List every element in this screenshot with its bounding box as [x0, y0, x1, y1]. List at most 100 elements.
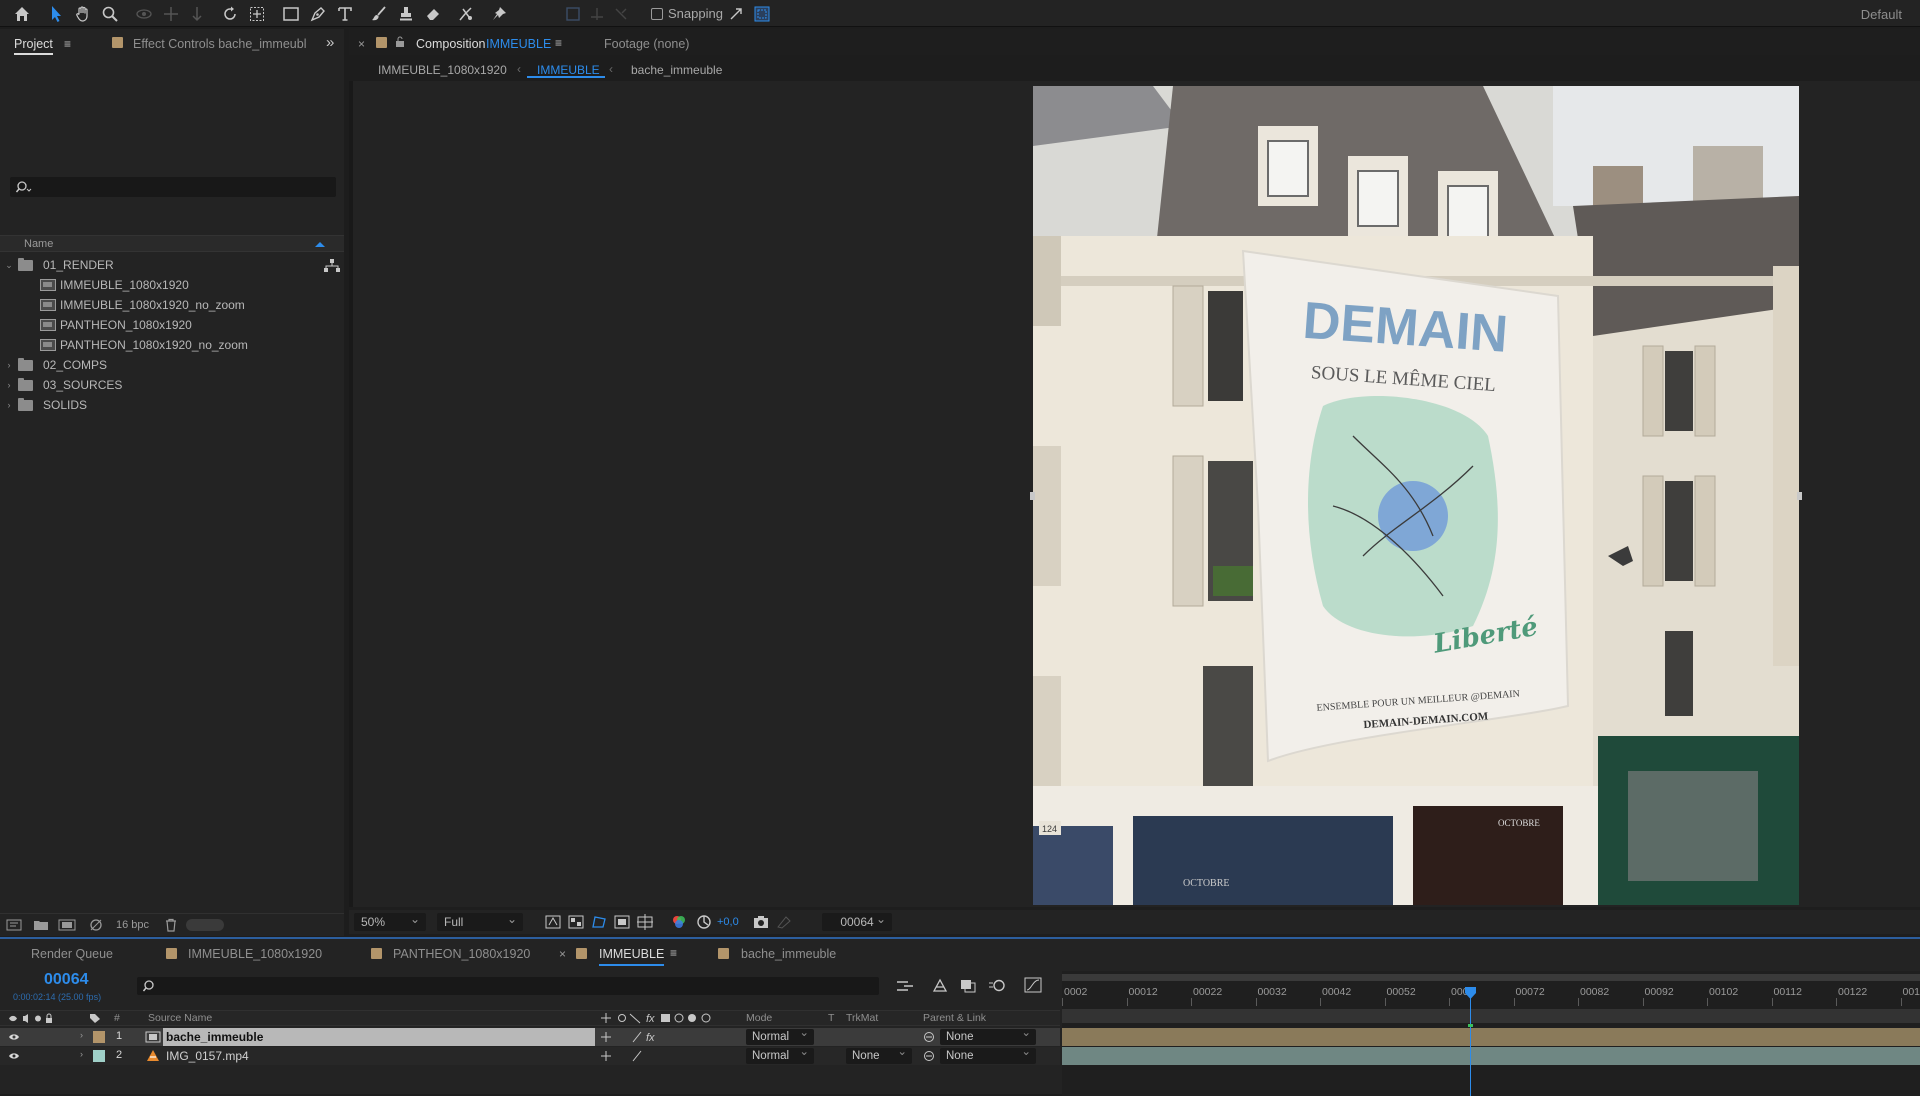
layer-switch-icons[interactable] [600, 1050, 660, 1062]
layer-name[interactable]: bache_immeuble [166, 1030, 263, 1044]
thumbnail-size-slider[interactable] [186, 919, 224, 931]
tab-immeuble-1080x1920[interactable]: IMMEUBLE_1080x1920 [188, 947, 322, 961]
transparency-grid-icon[interactable] [568, 915, 584, 929]
sort-ascending-icon[interactable] [314, 240, 326, 248]
bit-depth-label[interactable]: 16 bpc [116, 919, 149, 931]
layer-switches-icon[interactable]: fx [600, 1012, 722, 1024]
tab-bache-immeuble[interactable]: bache_immeuble [741, 947, 836, 961]
column-number[interactable]: # [114, 1012, 120, 1024]
tab-composition-prefix[interactable]: Composition [416, 37, 485, 51]
puppet-pin-icon[interactable] [488, 3, 510, 25]
current-time-indicator[interactable] [1470, 989, 1471, 1096]
panel-overflow-icon[interactable]: » [326, 34, 334, 51]
collapse-folder-icon[interactable]: ⌄ [4, 260, 14, 271]
column-mode[interactable]: Mode [746, 1012, 772, 1024]
grid-guides-icon[interactable] [637, 914, 653, 930]
parent-pickwhip-icon[interactable] [922, 1050, 936, 1062]
pan-camera-icon[interactable] [160, 3, 182, 25]
work-area-bar[interactable] [1062, 1009, 1920, 1023]
breadcrumb-item-layer[interactable]: bache_immeuble [631, 63, 722, 77]
region-of-interest-icon[interactable] [614, 915, 630, 929]
new-composition-icon[interactable] [58, 919, 76, 931]
tab-footage[interactable]: Footage (none) [604, 37, 689, 51]
project-comp-item[interactable]: PANTHEON_1080x1920 [0, 315, 328, 335]
playhead-icon[interactable] [1465, 987, 1476, 999]
column-trkmat[interactable]: TrkMat [846, 1012, 878, 1024]
breadcrumb-item-active[interactable]: IMMEUBLE [537, 63, 600, 77]
project-folder-item[interactable]: ⌄01_RENDER [0, 255, 328, 275]
visibility-eye-icon[interactable] [8, 1051, 20, 1061]
show-snapshot-icon[interactable] [776, 915, 792, 929]
workspace-label[interactable]: Default [1861, 7, 1902, 22]
color-settings-icon[interactable] [88, 918, 104, 932]
expand-layer-icon[interactable]: › [80, 1030, 83, 1040]
tab-effect-controls[interactable]: Effect Controls bache_immeubl [133, 37, 306, 51]
expand-folder-icon[interactable]: › [4, 380, 14, 390]
layer-switch-icons[interactable]: fx [600, 1031, 660, 1043]
tab-immeuble[interactable]: IMMEUBLE [599, 947, 664, 966]
hand-tool-icon[interactable] [72, 3, 94, 25]
dolly-camera-icon[interactable] [186, 3, 208, 25]
project-folder-item[interactable]: ›SOLIDS [0, 395, 328, 415]
trash-icon[interactable] [164, 918, 178, 932]
layer-parent-dropdown[interactable]: None [940, 1048, 1036, 1064]
layer-bar-bache-immeuble[interactable] [1062, 1028, 1920, 1046]
orbit-camera-icon[interactable] [133, 3, 155, 25]
av-switches-icon[interactable] [8, 1013, 68, 1024]
project-folder-item[interactable]: ›03_SOURCES [0, 375, 328, 395]
selection-tool-icon[interactable] [45, 3, 67, 25]
current-frame-field[interactable]: 00064 [822, 913, 892, 931]
roto-brush-icon[interactable] [455, 3, 477, 25]
composition-flowchart-icon[interactable] [896, 979, 914, 993]
interpret-footage-icon[interactable] [6, 919, 22, 931]
expand-folder-icon[interactable]: › [4, 360, 14, 370]
pen-tool-icon[interactable] [307, 3, 329, 25]
layer-label-color[interactable] [93, 1050, 105, 1062]
close-tab-icon[interactable]: × [559, 947, 566, 961]
snapshot-camera-icon[interactable] [753, 915, 769, 929]
time-navigator[interactable] [1062, 974, 1920, 981]
type-tool-icon[interactable] [334, 3, 356, 25]
layer-bar-img-0157[interactable] [1062, 1047, 1920, 1065]
magnification-dropdown[interactable]: 50% [354, 913, 426, 931]
expand-folder-icon[interactable]: › [4, 400, 14, 410]
layer-mode-dropdown[interactable]: Normal [746, 1048, 814, 1064]
universal-axis-icon[interactable] [586, 3, 608, 25]
breadcrumb-item-root[interactable]: IMMEUBLE_1080x1920 [378, 63, 507, 77]
frame-blending-icon[interactable] [959, 978, 977, 993]
layer-mode-dropdown[interactable]: Normal [746, 1029, 814, 1045]
column-parent-link[interactable]: Parent & Link [923, 1012, 986, 1024]
snap-expand-icon[interactable] [725, 3, 747, 25]
resolution-dropdown[interactable]: Full [437, 913, 523, 931]
layer-trkmat-dropdown[interactable]: None [846, 1048, 912, 1064]
parent-pickwhip-icon[interactable] [922, 1031, 936, 1043]
pan-behind-icon[interactable] [246, 3, 268, 25]
brush-tool-icon[interactable] [368, 3, 390, 25]
mask-visibility-icon[interactable] [591, 915, 607, 929]
current-time-display[interactable]: 00064 [44, 971, 89, 989]
project-folder-item[interactable]: ›02_COMPS [0, 355, 328, 375]
tab-composition-name[interactable]: IMMEUBLE [486, 37, 551, 51]
panel-menu-icon[interactable]: ≡ [64, 37, 71, 51]
home-icon[interactable] [11, 3, 33, 25]
local-axis-icon[interactable] [610, 3, 632, 25]
rectangle-tool-icon[interactable] [280, 3, 302, 25]
graph-editor-icon[interactable] [1024, 977, 1042, 993]
timeline-menu-icon[interactable]: ≡ [670, 946, 677, 960]
layer-label-color[interactable] [93, 1031, 105, 1043]
snap-feather-icon[interactable] [751, 3, 773, 25]
zoom-tool-icon[interactable] [99, 3, 121, 25]
project-comp-item[interactable]: PANTHEON_1080x1920_no_zoom [0, 335, 328, 355]
expand-layer-icon[interactable]: › [80, 1049, 83, 1059]
new-folder-icon[interactable] [33, 919, 49, 931]
timeline-search-input[interactable] [137, 977, 879, 995]
column-source-name[interactable]: Source Name [148, 1012, 212, 1024]
frame-handle-right[interactable] [1797, 492, 1802, 500]
layer-parent-dropdown[interactable]: None [940, 1029, 1036, 1045]
draft-3d-icon[interactable] [931, 978, 949, 993]
project-search-input[interactable] [10, 177, 336, 197]
column-name[interactable]: Name [24, 238, 53, 250]
fast-previews-icon[interactable] [545, 915, 561, 929]
motion-blur-icon[interactable] [988, 978, 1006, 993]
column-t[interactable]: T [828, 1012, 834, 1024]
